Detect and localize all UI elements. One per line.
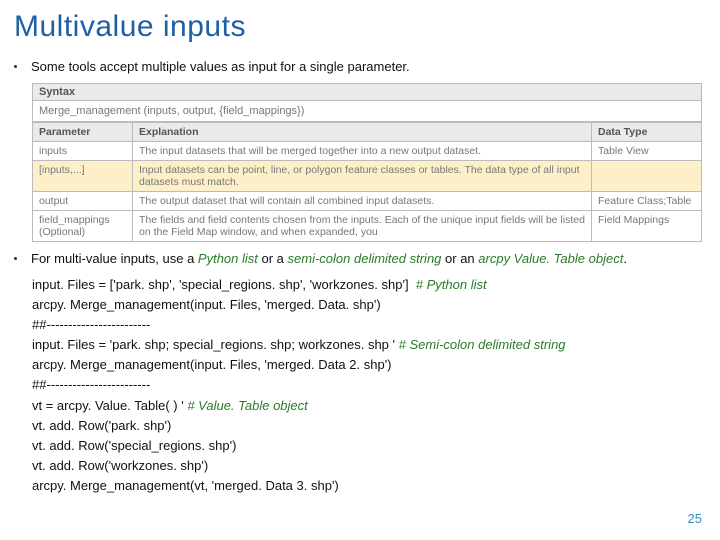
table-row: [inputs,...] Input datasets can be point…: [33, 160, 702, 191]
cell-expl: The output dataset that will contain all…: [133, 191, 592, 210]
cell-param: field_mappings (Optional): [33, 210, 133, 241]
code-comment: # Semi-colon delimited string: [399, 337, 566, 352]
code-line: arcpy. Merge_management(input. Files, 'm…: [32, 295, 702, 315]
cell-dtype: Feature Class;Table: [592, 191, 702, 210]
th-param: Parameter: [33, 122, 133, 141]
cell-param: [inputs,...]: [33, 160, 133, 191]
em-valuetable: arcpy Value. Table object: [478, 251, 623, 266]
bullet-dot-icon: [14, 257, 17, 260]
table-row: output The output dataset that will cont…: [33, 191, 702, 210]
slide-body: Some tools accept multiple values as inp…: [0, 58, 720, 496]
code-line: vt. add. Row('workzones. shp'): [32, 456, 702, 476]
bullet-2: For multi-value inputs, use a Python lis…: [14, 250, 702, 269]
bullet-1: Some tools accept multiple values as inp…: [14, 58, 702, 77]
code-line: vt. add. Row('special_regions. shp'): [32, 436, 702, 456]
syntax-header: Syntax: [32, 83, 702, 101]
text: or an: [441, 251, 478, 266]
code-line: arcpy. Merge_management(vt, 'merged. Dat…: [32, 476, 702, 496]
table-row: field_mappings (Optional) The fields and…: [33, 210, 702, 241]
bullet-dot-icon: [14, 65, 17, 68]
cell-dtype: Table View: [592, 141, 702, 160]
table-header-row: Parameter Explanation Data Type: [33, 122, 702, 141]
code-line: input. Files = ['park. shp', 'special_re…: [32, 275, 702, 295]
syntax-signature: Merge_management (inputs, output, {field…: [32, 101, 702, 122]
code-block: input. Files = ['park. shp', 'special_re…: [32, 275, 702, 497]
th-dtype: Data Type: [592, 122, 702, 141]
code-line: arcpy. Merge_management(input. Files, 'm…: [32, 355, 702, 375]
code-line: vt. add. Row('park. shp'): [32, 416, 702, 436]
code-comment: # Value. Table object: [187, 398, 307, 413]
cell-expl: Input datasets can be point, line, or po…: [133, 160, 592, 191]
cell-expl: The fields and field contents chosen fro…: [133, 210, 592, 241]
slide-number: 25: [688, 511, 702, 526]
slide-title: Multivalue inputs: [0, 0, 720, 50]
param-name: field_mappings: [39, 214, 110, 226]
text: or a: [258, 251, 288, 266]
code-line: ##------------------------: [32, 375, 702, 395]
em-semicolon: semi-colon delimited string: [288, 251, 442, 266]
code: vt = arcpy. Value. Table( ) ': [32, 398, 187, 413]
code-line: input. Files = 'park. shp; special_regio…: [32, 335, 702, 355]
th-expl: Explanation: [133, 122, 592, 141]
cell-dtype: [592, 160, 702, 191]
param-table: Parameter Explanation Data Type inputs T…: [32, 122, 702, 242]
cell-expl: The input datasets that will be merged t…: [133, 141, 592, 160]
cell-param: inputs: [33, 141, 133, 160]
cell-param: output: [33, 191, 133, 210]
code-line: vt = arcpy. Value. Table( ) ' # Value. T…: [32, 396, 702, 416]
table-row: inputs The input datasets that will be m…: [33, 141, 702, 160]
em-python-list: Python list: [198, 251, 258, 266]
text: For multi-value inputs, use a: [31, 251, 198, 266]
bullet-2-text: For multi-value inputs, use a Python lis…: [31, 250, 627, 269]
cell-dtype: Field Mappings: [592, 210, 702, 241]
param-optional: (Optional): [39, 226, 85, 238]
bullet-1-text: Some tools accept multiple values as inp…: [31, 58, 410, 77]
code: input. Files = ['park. shp', 'special_re…: [32, 277, 416, 292]
code: input. Files = 'park. shp; special_regio…: [32, 337, 399, 352]
code-line: ##------------------------: [32, 315, 702, 335]
code-comment: # Python list: [416, 277, 487, 292]
text: .: [623, 251, 627, 266]
syntax-table: Syntax Merge_management (inputs, output,…: [32, 83, 702, 242]
